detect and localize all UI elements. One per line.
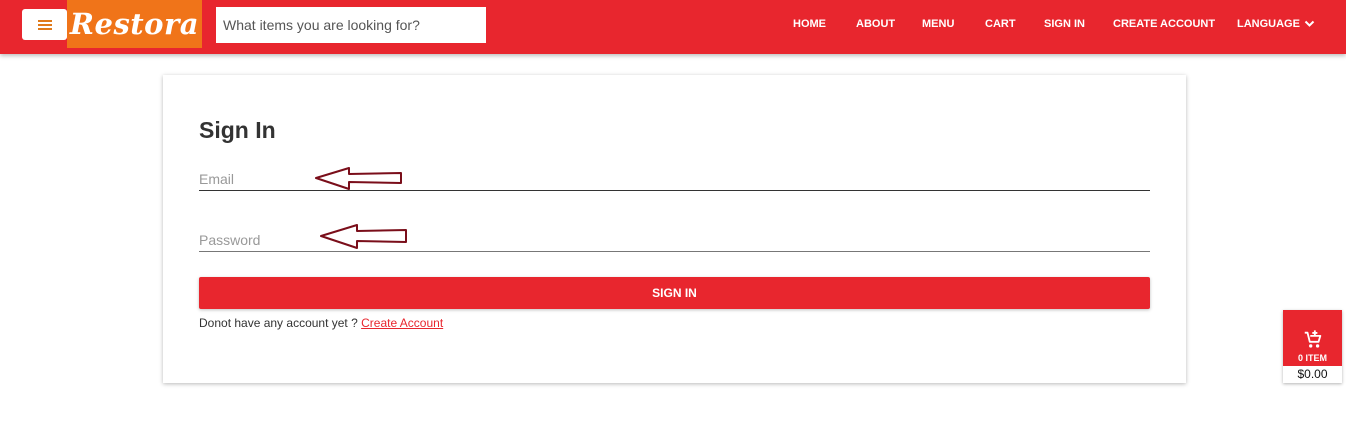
arrow-left-icon <box>315 167 402 190</box>
cart-plus-icon <box>1304 330 1321 348</box>
page-title: Sign In <box>199 117 276 143</box>
nav-language-dropdown[interactable]: LANGUAGE <box>1237 17 1315 31</box>
menu-toggle-button[interactable] <box>22 9 67 40</box>
nav-sign-in[interactable]: SIGN IN <box>1044 17 1085 31</box>
top-navbar: Restora HOME ABOUT MENU CART SIGN IN CRE… <box>0 0 1346 54</box>
arrow-left-icon <box>320 224 407 249</box>
hamburger-icon <box>37 19 52 30</box>
account-prompt-text: Donot have any account yet ? <box>199 316 362 330</box>
create-account-link[interactable]: Create Account <box>361 316 443 330</box>
search-input[interactable] <box>216 7 486 43</box>
nav-about[interactable]: ABOUT <box>856 17 895 31</box>
sign-in-card: Sign In SIGN IN Donot have any account y… <box>163 75 1186 383</box>
cart-total: $0.00 <box>1283 366 1342 383</box>
brand-name: Restora <box>69 7 200 41</box>
sign-in-button[interactable]: SIGN IN <box>199 277 1150 309</box>
create-account-prompt: Donot have any account yet ? Create Acco… <box>199 316 443 330</box>
nav-language-label: LANGUAGE <box>1237 18 1300 30</box>
nav-home[interactable]: HOME <box>793 17 826 31</box>
nav-menu[interactable]: MENU <box>922 17 954 31</box>
cart-summary: 0 ITEM <box>1283 310 1342 366</box>
chevron-down-icon <box>1304 20 1315 27</box>
cart-item-count: 0 ITEM <box>1297 353 1327 363</box>
nav-cart[interactable]: CART <box>985 17 1016 31</box>
nav-create-account[interactable]: CREATE ACCOUNT <box>1113 17 1215 31</box>
brand-logo[interactable]: Restora <box>67 0 202 48</box>
floating-cart-widget[interactable]: 0 ITEM $0.00 <box>1283 310 1342 383</box>
